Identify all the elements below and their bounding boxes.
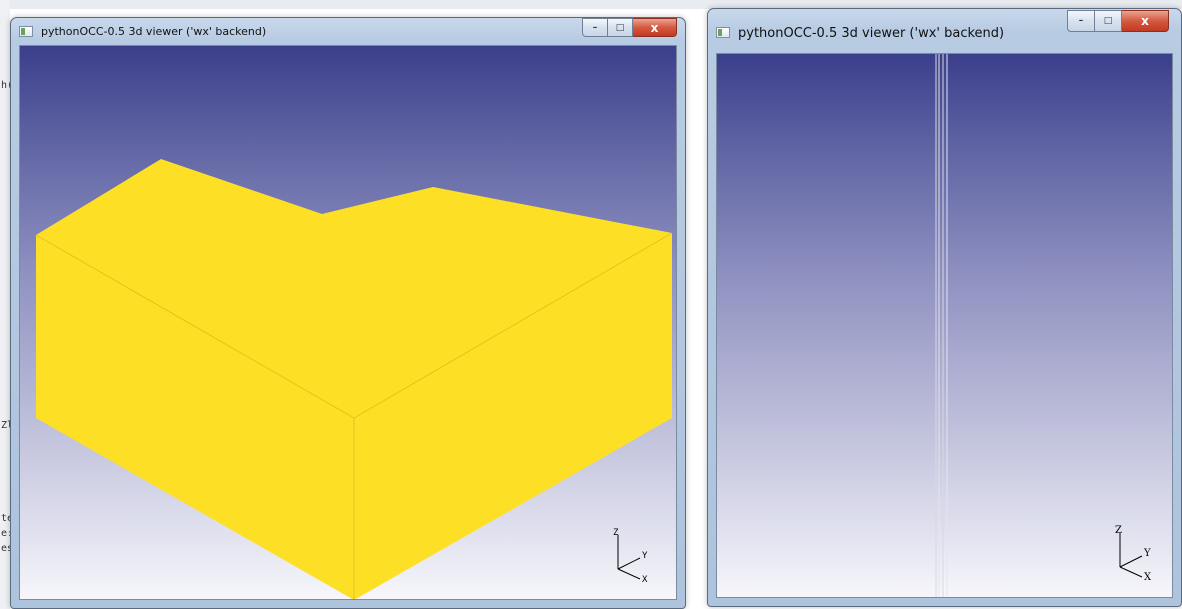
close-button[interactable]: x	[1122, 10, 1169, 32]
minimize-button[interactable]: –	[1067, 10, 1095, 32]
window-title: pythonOCC-0.5 3d viewer ('wx' backend)	[738, 26, 1005, 41]
maximize-button[interactable]: □	[608, 18, 633, 37]
yellow-solid-shape[interactable]	[20, 46, 676, 600]
minimize-button[interactable]: –	[582, 18, 608, 37]
window-title: pythonOCC-0.5 3d viewer ('wx' backend)	[41, 25, 267, 38]
window-controls: – □ x	[1067, 10, 1169, 32]
maximize-button[interactable]: □	[1095, 10, 1122, 32]
axis-triedron: Z Y X	[613, 528, 648, 585]
axis-x-label: X	[1144, 572, 1152, 583]
axis-triedron: Z Y X	[1115, 525, 1152, 583]
axis-y-label: Y	[1143, 548, 1151, 559]
axis-x-label: X	[642, 575, 648, 585]
axis-z-label: Z	[1115, 525, 1122, 536]
3d-viewport[interactable]: Z Y X	[19, 45, 677, 600]
viewer-window-left[interactable]: pythonOCC-0.5 3d viewer ('wx' backend) –…	[10, 17, 686, 609]
title-bar[interactable]: pythonOCC-0.5 3d viewer ('wx' backend) –…	[11, 18, 685, 44]
app-icon	[716, 27, 730, 38]
title-bar[interactable]: pythonOCC-0.5 3d viewer ('wx' backend) –…	[708, 9, 1181, 49]
close-button[interactable]: x	[633, 18, 677, 37]
window-controls: – □ x	[582, 18, 677, 37]
3d-viewport[interactable]: Z Y X	[716, 53, 1173, 598]
thin-shape-lines[interactable]	[717, 54, 1172, 598]
axis-y-label: Y	[642, 551, 648, 561]
viewer-window-right[interactable]: pythonOCC-0.5 3d viewer ('wx' backend) –…	[707, 8, 1182, 607]
axis-z-label: Z	[613, 528, 619, 538]
app-icon	[19, 26, 33, 37]
